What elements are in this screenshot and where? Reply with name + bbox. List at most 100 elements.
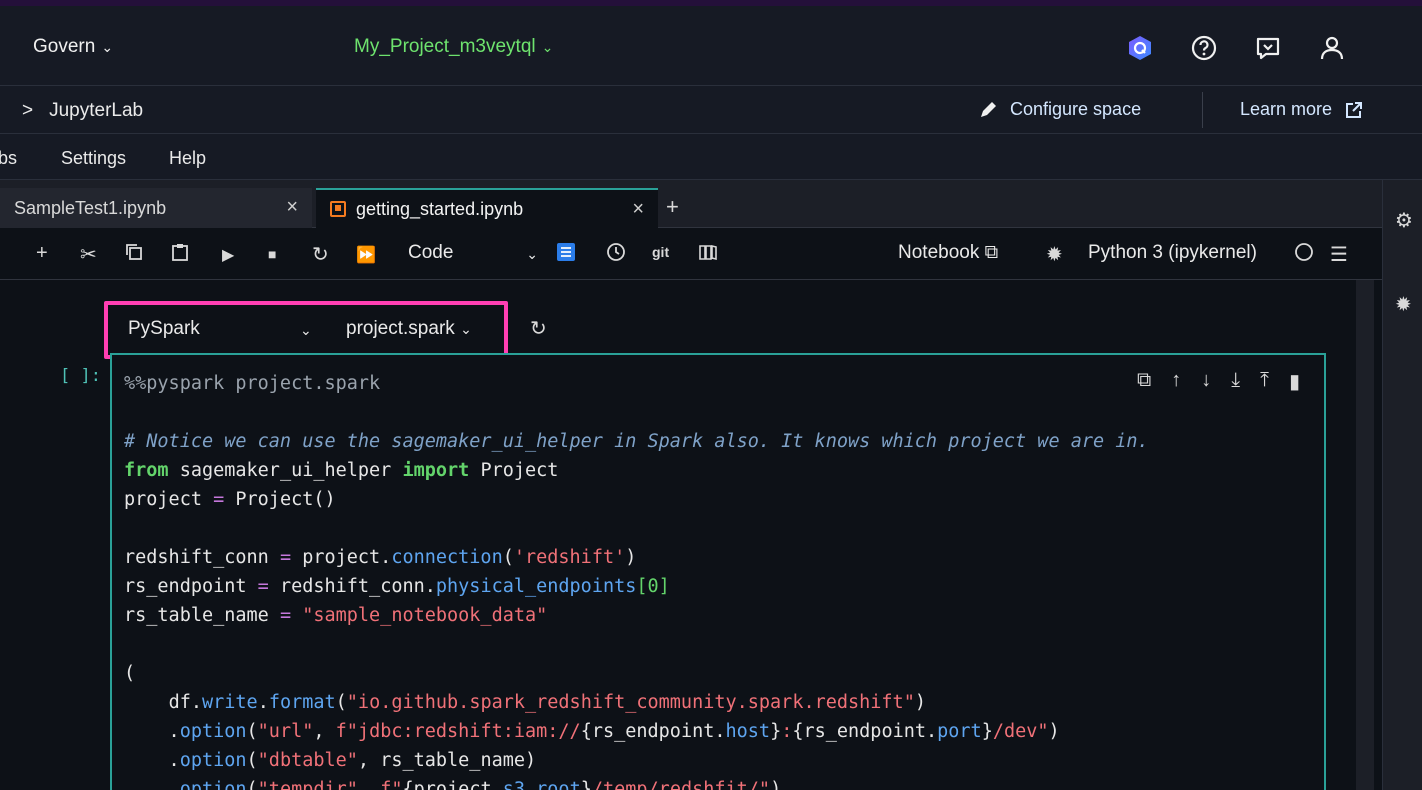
code-operator: = [279,605,292,626]
chevron-down-icon: ⌄ [460,321,472,337]
q-logo-icon[interactable] [1126,34,1154,62]
debug-icon[interactable]: ✹ [1046,242,1063,267]
breadcrumb-separator: > [22,100,34,121]
compute-value: project.spark [346,318,455,339]
debug-icon[interactable]: ✹ [1395,292,1412,317]
code-attr: option [179,779,247,790]
code-operator: = [279,547,292,568]
stop-icon[interactable]: ■ [268,246,276,262]
chevron-down-icon: ⌄ [101,38,114,55]
top-header: Govern ⌄ My_Project_m3veytql ⌄ [0,6,1422,86]
new-tab-icon[interactable]: + [666,194,679,220]
tab-label: SampleTest1.ipynb [14,197,167,218]
kernel-name[interactable]: Python 3 (ipykernel) [1088,242,1257,264]
code-token: rs_endpoint [124,576,247,597]
property-inspector-icon[interactable] [556,242,576,268]
code-token: redshift_conn [124,547,269,568]
add-cell-icon[interactable]: + [36,242,48,265]
code-token: rs_endpoint. [803,721,938,742]
cut-icon[interactable]: ✂ [80,242,97,267]
project-selector[interactable]: My_Project_m3veytql ⌄ [354,36,553,58]
cell-prompt: [ ]: [60,366,101,386]
close-icon[interactable]: × [632,198,644,221]
feedback-icon[interactable] [1254,34,1282,62]
connection-type-select[interactable]: PySpark [128,318,200,340]
user-icon[interactable] [1318,34,1346,62]
notebook-link[interactable]: Notebook ⧉ [898,242,998,264]
code-operator: = [213,489,225,510]
notebook-link-label: Notebook [898,242,980,263]
refresh-icon[interactable]: ↻ [530,316,547,341]
run-icon[interactable]: ▶ [222,245,234,265]
code-string: "url" [257,721,314,742]
copy-icon[interactable] [124,242,144,268]
tab-sampletest1[interactable]: SampleTest1.ipynb × [0,188,312,228]
menu-help[interactable]: Help [169,148,206,169]
help-icon[interactable] [1190,34,1218,62]
scrollbar[interactable] [1356,280,1374,790]
code-attr: physical_endpoints [435,576,637,597]
chevron-down-icon[interactable]: ⌄ [300,322,312,339]
external-link-icon [1346,101,1363,118]
code-attr: connection [391,547,503,568]
code-keyword: import [402,460,470,481]
code-attr: root [536,779,581,790]
code-attr: write [201,692,258,713]
code-attr: option [179,750,247,771]
gears-icon[interactable]: ⚙ [1395,208,1413,233]
fast-forward-icon[interactable]: ⏩ [356,245,376,265]
tab-bar: SampleTest1.ipynb × getting_started.ipyn… [0,180,1382,228]
code-string: f"jdbc:redshift:iam:// [335,721,581,742]
menu-tabs[interactable]: bs [0,148,17,169]
code-token: ( [124,663,136,684]
book-icon[interactable] [698,242,718,268]
insert-above-icon[interactable]: ⤓ [1231,369,1240,394]
code-string: /dev" [992,721,1049,742]
code-comment: # Notice we can use the sagemaker_ui_hel… [124,431,1149,452]
delete-icon[interactable]: ▮ [1289,369,1300,394]
configure-space-button[interactable]: Configure space [978,99,1141,120]
code-editor[interactable]: %%pyspark project.spark # Notice we can … [124,369,1149,790]
notebook-icon [330,201,346,217]
code-string: /temp/redshfit/" [591,779,771,790]
compute-select[interactable]: project.spark ⌄ [346,318,472,340]
divider [1202,92,1203,128]
insert-below-icon[interactable]: ⤒ [1260,369,1269,394]
chevron-down-icon: ⌄ [541,38,554,55]
code-attr: format [268,692,336,713]
tab-getting-started[interactable]: getting_started.ipynb × [316,188,658,228]
code-token: project. [302,547,392,568]
code-token: Project() [235,489,336,510]
learn-more-link[interactable]: Learn more [1240,99,1364,120]
close-icon[interactable]: × [286,196,298,219]
right-sidebar: ⚙ ✹ [1382,180,1422,790]
menu-icon[interactable]: ☰ [1330,242,1348,267]
govern-label: Govern [33,36,96,57]
header-icons [1126,34,1382,62]
code-string: "sample_notebook_data" [302,605,548,626]
kernel-status-icon [1294,242,1314,268]
paste-icon[interactable] [170,242,190,268]
clock-icon[interactable] [606,242,626,268]
breadcrumb-current[interactable]: JupyterLab [49,100,143,122]
code-magic: %%pyspark project.spark [124,373,381,394]
code-attr: host [725,721,771,742]
git-icon[interactable]: git [652,244,669,260]
pencil-icon [981,101,996,117]
code-string: "dbtable" [257,750,358,771]
code-cell[interactable]: ⧉ ↑ ↓ ⤓ ⤒ ▮ %%pyspark project.spark # No… [110,353,1326,790]
menu-settings[interactable]: Settings [61,148,126,169]
code-token: project. [413,779,503,790]
code-token: rs_endpoint. [591,721,726,742]
code-token: Project [480,460,559,481]
restart-icon[interactable]: ↻ [312,242,329,267]
move-up-icon[interactable]: ↑ [1171,369,1181,394]
project-name: My_Project_m3veytql [354,36,536,57]
code-token: sagemaker_ui_helper [179,460,392,481]
cell-type-value: Code [408,242,454,263]
code-token: project [124,489,202,510]
learn-more-label: Learn more [1240,99,1333,119]
move-down-icon[interactable]: ↓ [1201,369,1211,394]
cell-type-select[interactable]: Code ⌄ [408,242,538,264]
govern-menu[interactable]: Govern ⌄ [33,36,113,58]
